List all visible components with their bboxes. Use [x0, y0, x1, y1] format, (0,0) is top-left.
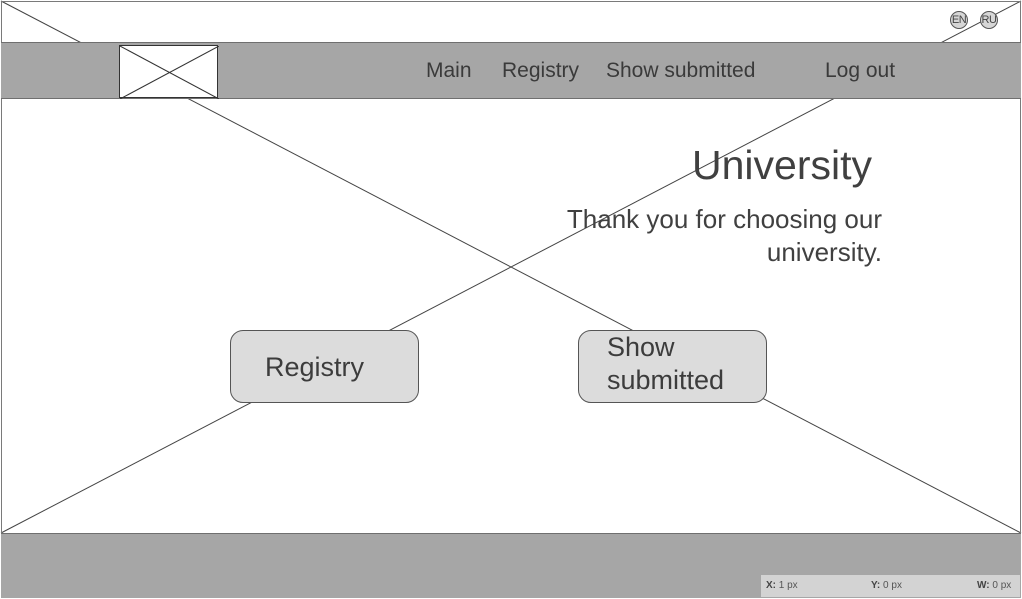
logo-image-placeholder[interactable] — [119, 45, 219, 99]
wireframe-canvas: EN RU Main Registry Show submitted Log o… — [0, 0, 1022, 599]
y-readout: Y: 0 px — [871, 580, 902, 591]
lang-ru-button[interactable]: RU — [980, 11, 998, 29]
show-submitted-button[interactable]: Show submitted — [578, 330, 767, 403]
coordinates-readout: X: 1 px Y: 0 px W: 0 px — [761, 575, 1020, 597]
logo-cross-icon — [120, 46, 219, 99]
nav-main[interactable]: Main — [426, 59, 472, 83]
x-readout: X: 1 px — [766, 580, 798, 591]
registry-button[interactable]: Registry — [230, 330, 419, 403]
page-subtitle: Thank you for choosing our university. — [566, 204, 882, 267]
nav-registry[interactable]: Registry — [502, 59, 579, 83]
nav-log-out[interactable]: Log out — [825, 59, 895, 83]
show-submitted-button-label: Show submitted — [607, 332, 725, 395]
page-title: University — [692, 142, 872, 188]
w-readout: W: 0 px — [977, 580, 1012, 591]
lang-en-button[interactable]: EN — [950, 11, 968, 29]
header-bar: Main Registry Show submitted Log out — [1, 42, 1021, 99]
registry-button-label: Registry — [265, 352, 365, 382]
nav-show-submitted[interactable]: Show submitted — [606, 59, 755, 83]
